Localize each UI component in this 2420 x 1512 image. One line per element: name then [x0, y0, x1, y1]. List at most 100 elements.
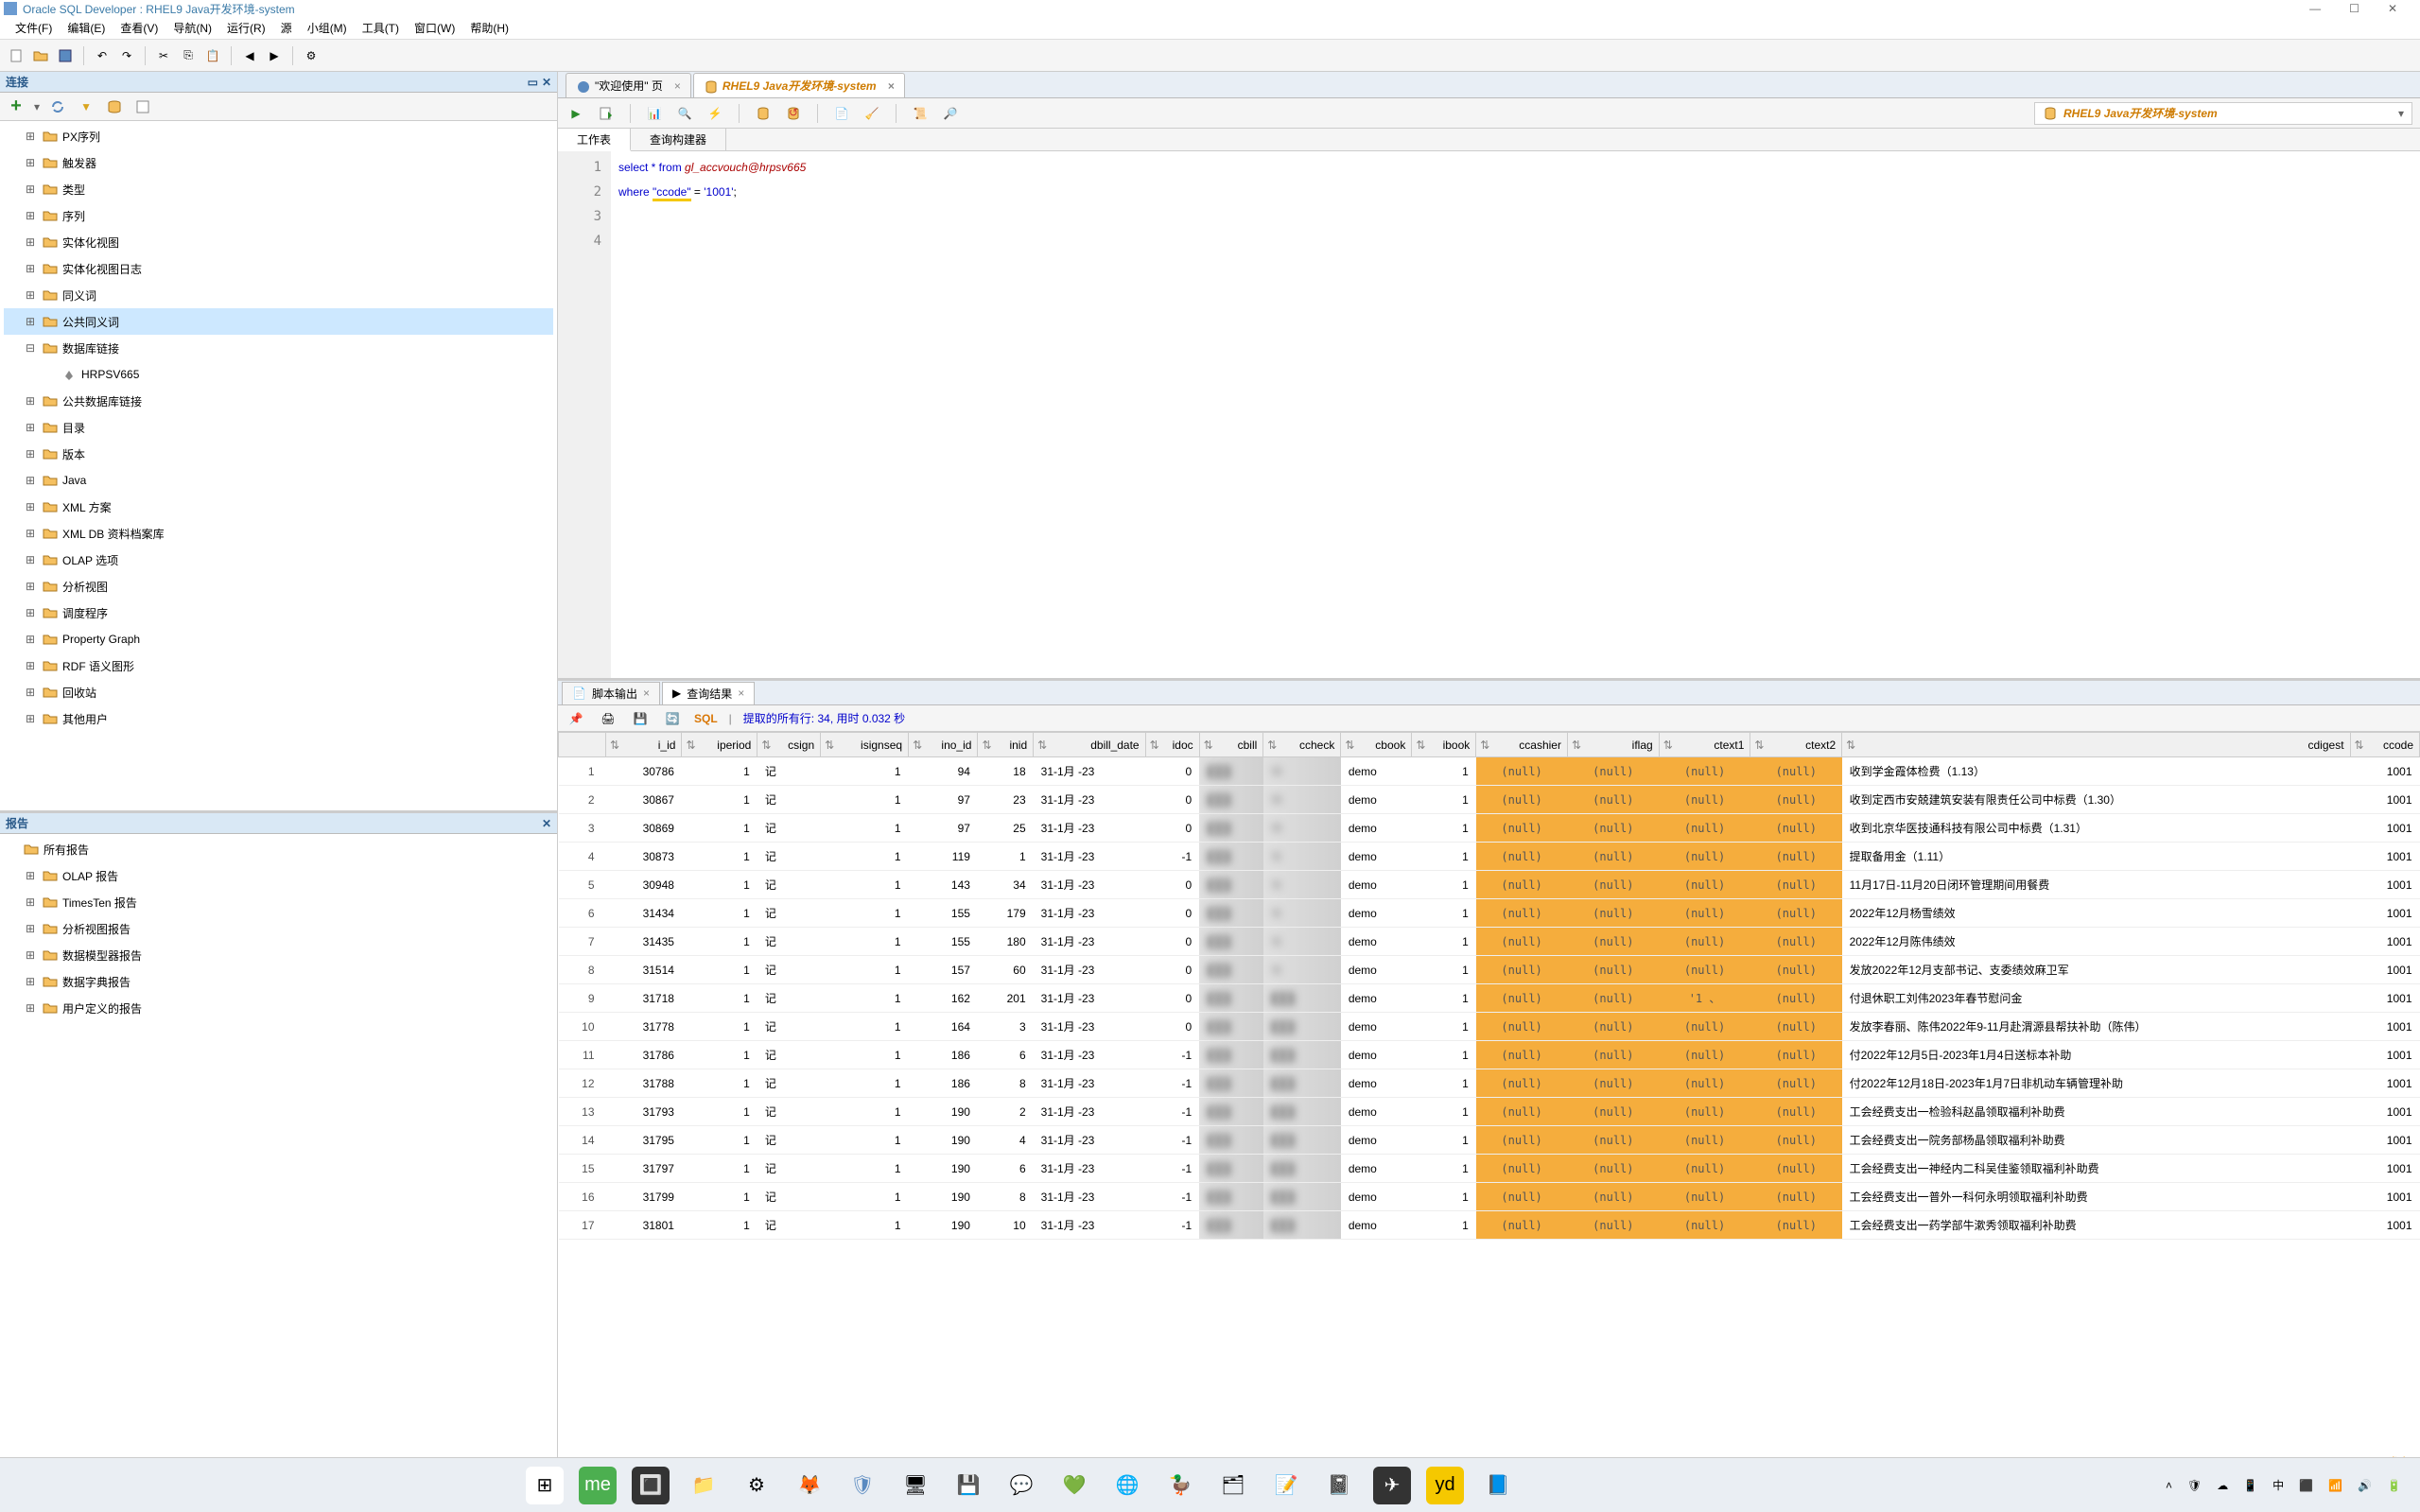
- tns-icon[interactable]: [104, 96, 125, 117]
- table-cell[interactable]: 1001: [2350, 1098, 2419, 1126]
- table-cell[interactable]: 1: [682, 1211, 757, 1240]
- table-cell[interactable]: 1: [682, 1126, 757, 1155]
- table-cell[interactable]: 工会经费支出一药学部牛漱秀领取福利补助费: [1842, 1211, 2350, 1240]
- table-row[interactable]: 6314341记115517931-1月 -230███张demo1(null)…: [559, 899, 2420, 928]
- tree-toggle-icon[interactable]: ⊞: [23, 394, 38, 408]
- table-cell[interactable]: 143: [909, 871, 978, 899]
- table-cell[interactable]: 30869: [606, 814, 682, 843]
- panel-minimize-icon[interactable]: ▭: [528, 76, 538, 89]
- table-cell[interactable]: 1: [821, 871, 909, 899]
- table-cell[interactable]: 155: [909, 928, 978, 956]
- table-cell[interactable]: 18: [978, 757, 1034, 786]
- table-cell[interactable]: (null): [1750, 928, 1842, 956]
- table-cell[interactable]: demo: [1341, 1155, 1412, 1183]
- table-cell[interactable]: 记: [757, 1069, 821, 1098]
- table-cell[interactable]: 31-1月 -23: [1034, 1183, 1145, 1211]
- close-button[interactable]: ✕: [2388, 2, 2397, 15]
- table-row[interactable]: 13317931记1190231-1月 -23-1██████demo1(nul…: [559, 1098, 2420, 1126]
- find-icon[interactable]: 🔎: [940, 103, 961, 124]
- tray-overflow-icon[interactable]: ˄: [2166, 1479, 2172, 1492]
- table-cell[interactable]: 31-1月 -23: [1034, 984, 1145, 1013]
- table-cell[interactable]: (null): [1567, 843, 1659, 871]
- table-cell[interactable]: 1: [682, 984, 757, 1013]
- table-cell[interactable]: 1001: [2350, 871, 2419, 899]
- table-cell[interactable]: 1: [978, 843, 1034, 871]
- table-cell[interactable]: (null): [1567, 757, 1659, 786]
- table-cell[interactable]: 1: [821, 1098, 909, 1126]
- table-cell[interactable]: (null): [1476, 1041, 1568, 1069]
- app-icon[interactable]: 🗂: [1214, 1467, 1252, 1504]
- table-cell[interactable]: 1: [682, 956, 757, 984]
- panel-close-icon[interactable]: ✕: [542, 817, 551, 830]
- table-cell[interactable]: 1: [1412, 757, 1476, 786]
- table-cell[interactable]: 8: [978, 1183, 1034, 1211]
- table-cell[interactable]: (null): [1567, 1126, 1659, 1155]
- table-cell[interactable]: 1001: [2350, 1126, 2419, 1155]
- table-cell[interactable]: -1: [1145, 1098, 1199, 1126]
- table-cell[interactable]: 31434: [606, 899, 682, 928]
- column-header[interactable]: ⇅ ibook: [1412, 733, 1476, 757]
- table-cell[interactable]: 1: [682, 814, 757, 843]
- table-row[interactable]: 10317781记1164331-1月 -230██████demo1(null…: [559, 1013, 2420, 1041]
- column-header[interactable]: ⇅ idoc: [1145, 733, 1199, 757]
- table-cell[interactable]: (null): [1659, 1211, 1750, 1240]
- table-cell[interactable]: 销: [1263, 814, 1341, 843]
- undo-icon[interactable]: ↶: [92, 45, 113, 66]
- tree-toggle-icon[interactable]: ⊞: [23, 606, 38, 619]
- windows-start-icon[interactable]: ⊞: [526, 1467, 564, 1504]
- table-cell[interactable]: demo: [1341, 899, 1412, 928]
- tree-item[interactable]: ⊞同义词: [4, 282, 553, 308]
- tree-toggle-icon[interactable]: ⊞: [23, 209, 38, 222]
- app-icon[interactable]: 💾: [949, 1467, 987, 1504]
- table-cell[interactable]: ███: [1263, 1183, 1341, 1211]
- table-cell[interactable]: 记: [757, 757, 821, 786]
- table-cell[interactable]: 1001: [2350, 757, 2419, 786]
- tree-item[interactable]: ⊞RDF 语义图形: [4, 652, 553, 679]
- table-cell[interactable]: (null): [1567, 899, 1659, 928]
- rollback-icon[interactable]: ↺: [783, 103, 804, 124]
- table-cell[interactable]: 1: [1412, 956, 1476, 984]
- table-cell[interactable]: 31795: [606, 1126, 682, 1155]
- app-icon[interactable]: 🦊: [791, 1467, 828, 1504]
- table-cell[interactable]: 190: [909, 1211, 978, 1240]
- table-cell[interactable]: 31-1月 -23: [1034, 1098, 1145, 1126]
- table-cell[interactable]: 1001: [2350, 899, 2419, 928]
- table-cell[interactable]: 1: [1412, 1041, 1476, 1069]
- table-cell[interactable]: 25: [978, 814, 1034, 843]
- table-cell[interactable]: 31-1月 -23: [1034, 871, 1145, 899]
- column-header[interactable]: ⇅ ccode: [2350, 733, 2419, 757]
- table-cell[interactable]: 30867: [606, 786, 682, 814]
- column-header[interactable]: ⇅ cdigest: [1842, 733, 2350, 757]
- table-cell[interactable]: ███: [1199, 1155, 1263, 1183]
- table-cell[interactable]: (null): [1750, 786, 1842, 814]
- column-header[interactable]: ⇅ ccheck: [1263, 733, 1341, 757]
- table-cell[interactable]: 1: [821, 786, 909, 814]
- table-cell[interactable]: (null): [1659, 1041, 1750, 1069]
- tray-wifi-icon[interactable]: 📶: [2328, 1479, 2342, 1492]
- tree-toggle-icon[interactable]: ⊟: [23, 341, 38, 355]
- table-cell[interactable]: (null): [1476, 1126, 1568, 1155]
- table-cell[interactable]: 31-1月 -23: [1034, 956, 1145, 984]
- table-cell[interactable]: 190: [909, 1155, 978, 1183]
- tree-toggle-icon[interactable]: ⊞: [23, 262, 38, 275]
- table-cell[interactable]: 30873: [606, 843, 682, 871]
- close-tab-icon[interactable]: ×: [888, 79, 895, 93]
- table-cell[interactable]: (null): [1567, 928, 1659, 956]
- column-header[interactable]: ⇅ isignseq: [821, 733, 909, 757]
- table-cell[interactable]: (null): [1476, 786, 1568, 814]
- table-cell[interactable]: 119: [909, 843, 978, 871]
- tray-app-icon[interactable]: 📱: [2243, 1479, 2257, 1492]
- table-cell[interactable]: ███: [1263, 1126, 1341, 1155]
- table-cell[interactable]: 31-1月 -23: [1034, 1155, 1145, 1183]
- table-cell[interactable]: (null): [1567, 871, 1659, 899]
- table-cell[interactable]: ███: [1263, 984, 1341, 1013]
- table-cell[interactable]: (null): [1750, 1013, 1842, 1041]
- table-cell[interactable]: 31801: [606, 1211, 682, 1240]
- table-cell[interactable]: 6: [978, 1155, 1034, 1183]
- table-cell[interactable]: 记: [757, 956, 821, 984]
- redo-icon[interactable]: ↷: [116, 45, 137, 66]
- menu-item[interactable]: 窗口(W): [407, 18, 462, 38]
- table-cell[interactable]: 收到北京华医技通科技有限公司中标费（1.31）: [1842, 814, 2350, 843]
- table-cell[interactable]: (null): [1750, 984, 1842, 1013]
- me-app-icon[interactable]: me: [579, 1467, 617, 1504]
